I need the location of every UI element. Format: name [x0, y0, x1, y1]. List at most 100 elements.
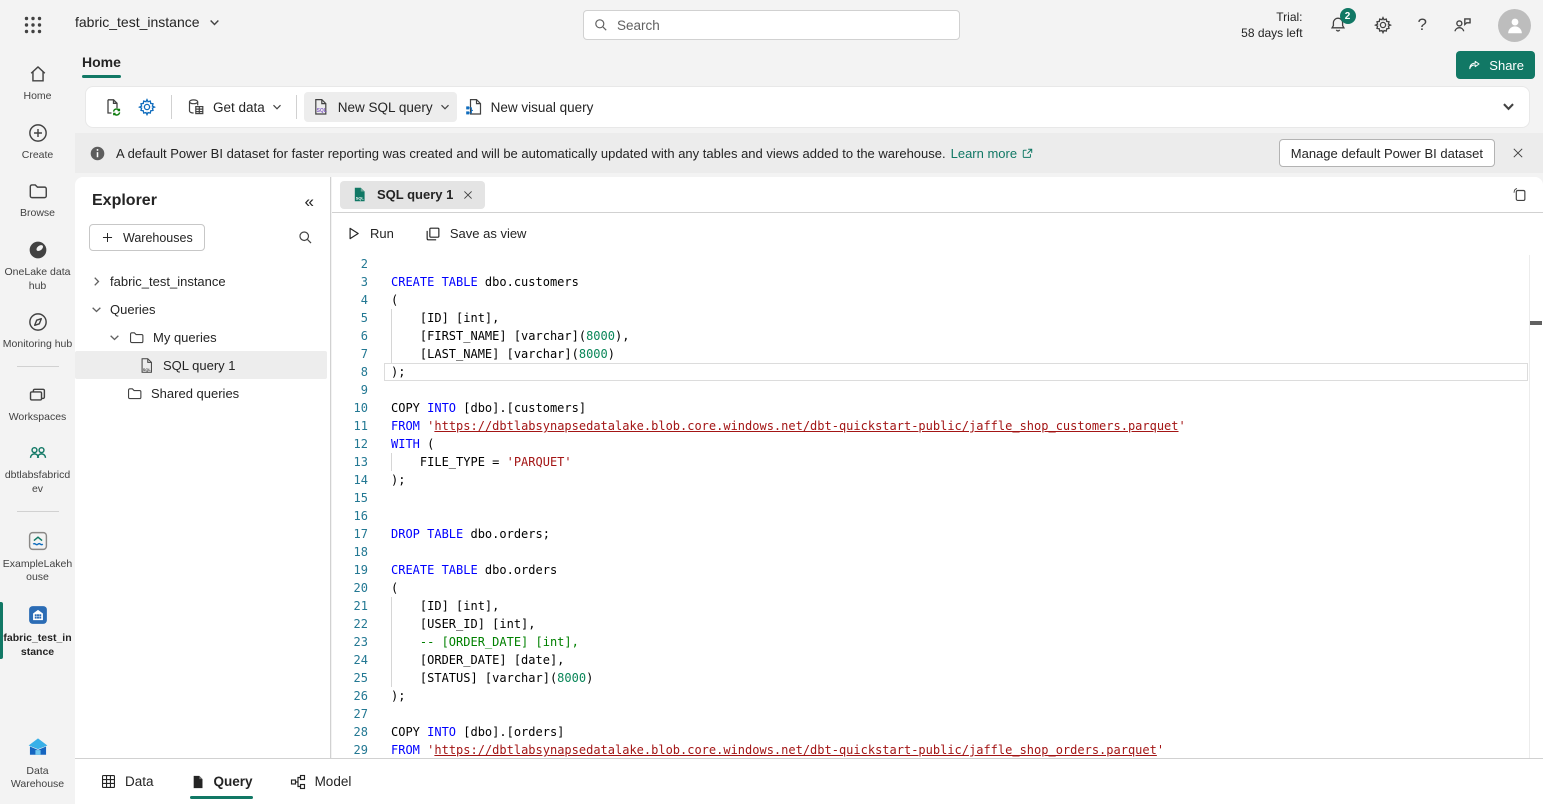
workspace-switcher[interactable]: fabric_test_instance — [75, 14, 220, 30]
code-line-29[interactable]: 29FROM 'https://dbtlabsynapsedatalake.bl… — [332, 741, 1543, 758]
copy-icon[interactable] — [1510, 186, 1528, 204]
code-line-17[interactable]: 17DROP TABLE dbo.orders; — [332, 525, 1543, 543]
explorer-search-icon[interactable] — [297, 229, 314, 246]
data-view-icon — [100, 773, 117, 790]
code-line-16[interactable]: 16 — [332, 507, 1543, 525]
bottom-tab-label: Data — [125, 774, 154, 789]
warehouse-settings-button[interactable] — [130, 92, 164, 122]
left-nav-rail: HomeCreateBrowseOneLake data hub Monitori… — [0, 50, 75, 804]
new-sql-query-button[interactable]: SQL New SQL query — [304, 92, 457, 122]
tree-item-my-queries[interactable]: My queries — [75, 323, 330, 351]
query-tab[interactable]: SQL SQL query 1 — [340, 181, 485, 209]
save-as-view-icon — [424, 225, 442, 243]
close-tab-icon[interactable] — [462, 189, 474, 201]
code-line-2[interactable]: 2 — [332, 255, 1543, 273]
code-line-25[interactable]: 25 [STATUS] [varchar](8000) — [332, 669, 1543, 687]
collapse-explorer-icon[interactable]: « — [305, 193, 314, 210]
rail-item-data-warehouse[interactable]: Data Warehouse — [0, 727, 75, 798]
code-line-22[interactable]: 22 [USER_ID] [int], — [332, 615, 1543, 633]
code-line-9[interactable]: 9 — [332, 381, 1543, 399]
settings-button[interactable] — [1373, 15, 1393, 35]
code-token: ( — [420, 437, 434, 451]
top-bar: fabric_test_instance Trial: 58 days left… — [0, 0, 1543, 50]
new-visual-query-button[interactable]: New visual query — [457, 92, 601, 122]
editor-scrollbar[interactable] — [1529, 255, 1543, 758]
rail-item-home[interactable]: Home — [0, 56, 75, 110]
chevron-down-icon[interactable] — [90, 304, 102, 315]
learn-more-link[interactable]: Learn more — [951, 146, 1034, 161]
line-number: 15 — [332, 489, 368, 507]
line-number: 19 — [332, 561, 368, 579]
scroll-position-marker — [1530, 321, 1542, 325]
code-line-5[interactable]: 5 [ID] [int], — [332, 309, 1543, 327]
get-data-button[interactable]: Get data — [179, 92, 289, 122]
code-line-20[interactable]: 20( — [332, 579, 1543, 597]
rail-item-dbtlabsfabricdev[interactable]: dbtlabsfabricdev — [0, 435, 75, 502]
code-line-12[interactable]: 12WITH ( — [332, 435, 1543, 453]
global-search[interactable] — [583, 10, 960, 40]
chevron-right-icon[interactable] — [90, 276, 102, 287]
code-token: [dbo].[customers] — [456, 401, 586, 415]
rail-item-fabric-test-instance[interactable]: fabric_test_instance — [0, 596, 75, 665]
line-number: 10 — [332, 399, 368, 417]
code-line-3[interactable]: 3CREATE TABLE dbo.customers — [332, 273, 1543, 291]
help-button[interactable]: ? — [1418, 15, 1427, 35]
tab-home-label: Home — [82, 54, 121, 70]
code-line-8[interactable]: 8); — [332, 363, 1543, 381]
rail-item-browse[interactable]: Browse — [0, 173, 75, 227]
rail-item-label: ExampleLakehouse — [3, 558, 73, 585]
save-as-view-button[interactable]: Save as view — [424, 225, 527, 243]
account-avatar[interactable] — [1498, 9, 1531, 42]
share-button-label: Share — [1489, 58, 1524, 73]
code-line-13[interactable]: 13 FILE_TYPE = 'PARQUET' — [332, 453, 1543, 471]
chevron-down-icon — [209, 17, 220, 28]
code-line-27[interactable]: 27 — [332, 705, 1543, 723]
rail-item-label: Monitoring hub — [3, 338, 72, 352]
code-line-21[interactable]: 21 [ID] [int], — [332, 597, 1543, 615]
rail-item-monitoring-hub[interactable]: Monitoring hub — [0, 304, 75, 358]
tree-item-fabric-test-instance[interactable]: fabric_test_instance — [75, 267, 330, 295]
sql-code-editor[interactable]: 23CREATE TABLE dbo.customers4(5 [ID] [in… — [332, 255, 1543, 758]
collapse-ribbon-chevron[interactable] — [1502, 100, 1515, 113]
tree-item-queries[interactable]: Queries — [75, 295, 330, 323]
code-line-11[interactable]: 11FROM 'https://dbtlabsynapsedatalake.bl… — [332, 417, 1543, 435]
code-line-18[interactable]: 18 — [332, 543, 1543, 561]
banner-close-icon[interactable] — [1511, 146, 1525, 160]
code-token — [391, 635, 420, 649]
add-warehouses-button[interactable]: Warehouses — [89, 224, 205, 251]
rail-item-create[interactable]: Create — [0, 115, 75, 169]
code-line-19[interactable]: 19CREATE TABLE dbo.orders — [332, 561, 1543, 579]
code-line-14[interactable]: 14); — [332, 471, 1543, 489]
rail-item-examplelakehouse[interactable]: ExampleLakehouse — [0, 522, 75, 591]
code-line-26[interactable]: 26); — [332, 687, 1543, 705]
code-line-4[interactable]: 4( — [332, 291, 1543, 309]
share-button[interactable]: Share — [1456, 51, 1535, 79]
code-line-10[interactable]: 10COPY INTO [dbo].[customers] — [332, 399, 1543, 417]
notifications-button[interactable]: 2 — [1328, 15, 1348, 35]
app-launcher-icon[interactable] — [22, 14, 44, 36]
tree-item-shared-queries[interactable]: Shared queries — [75, 379, 330, 407]
chevron-down-icon[interactable] — [108, 332, 120, 343]
code-token: CREATE TABLE — [391, 275, 478, 289]
tab-home[interactable]: Home — [82, 54, 121, 78]
code-token: COPY — [391, 725, 427, 739]
code-line-23[interactable]: 23 -- [ORDER_DATE] [int], — [332, 633, 1543, 651]
bottom-tab-model[interactable]: Model — [289, 759, 352, 804]
code-line-6[interactable]: 6 [FIRST_NAME] [varchar](8000), — [332, 327, 1543, 345]
trial-status: Trial: 58 days left — [1241, 9, 1302, 41]
bottom-tab-query[interactable]: Query — [190, 759, 253, 804]
code-token: WITH — [391, 437, 420, 451]
code-line-24[interactable]: 24 [ORDER_DATE] [date], — [332, 651, 1543, 669]
search-input[interactable] — [617, 18, 937, 33]
rail-item-onelake-data-hub[interactable]: OneLake data hub — [0, 232, 75, 299]
code-line-28[interactable]: 28COPY INTO [dbo].[orders] — [332, 723, 1543, 741]
tree-item-sql-query-1[interactable]: SQLSQL query 1 — [75, 351, 327, 379]
code-line-15[interactable]: 15 — [332, 489, 1543, 507]
code-line-7[interactable]: 7 [LAST_NAME] [varchar](8000) — [332, 345, 1543, 363]
refresh-dataset-button[interactable] — [96, 92, 130, 122]
bottom-tab-data[interactable]: Data — [100, 759, 154, 804]
rail-item-workspaces[interactable]: Workspaces — [0, 377, 75, 431]
run-button[interactable]: Run — [345, 225, 394, 242]
feedback-button[interactable] — [1452, 15, 1473, 36]
manage-default-dataset-button[interactable]: Manage default Power BI dataset — [1279, 139, 1495, 167]
